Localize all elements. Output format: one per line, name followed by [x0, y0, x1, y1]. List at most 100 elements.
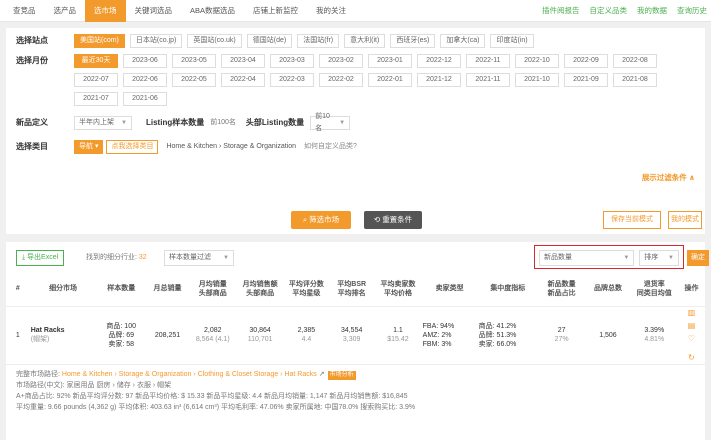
tab-market[interactable]: 选市场 [85, 0, 126, 22]
sort-field-select[interactable]: 新品数量 ▼ [539, 250, 635, 266]
site-chip-it[interactable]: 意大利(it) [344, 34, 386, 48]
month-chip[interactable]: 2023-04 [221, 54, 265, 68]
column-header[interactable]: 平均卖家数 平均价格 [374, 272, 422, 307]
market-cell[interactable]: Hat Racks (帽架) [29, 306, 97, 365]
listing-value[interactable]: 前100名 [210, 116, 236, 130]
month-chip[interactable]: 2022-10 [515, 54, 559, 68]
nav-button[interactable]: 导航 ▾ [74, 140, 104, 154]
month-chip[interactable]: 2022-12 [417, 54, 461, 68]
confirm-sort-button[interactable]: 确定 [687, 250, 709, 266]
month-chip[interactable]: 2023-02 [319, 54, 363, 68]
column-header[interactable]: 月均销售额 头部商品 [236, 272, 284, 307]
month-chip[interactable]: 2023-06 [123, 54, 167, 68]
brand-total: 1,506 [585, 306, 631, 365]
column-header[interactable]: 样本数量 [96, 272, 146, 307]
operations-cell: ▥ ▤ ♡ ↻ [677, 306, 705, 365]
tab-product[interactable]: 选产品 [45, 0, 86, 22]
market-path[interactable]: Home & Kitchen › Storage & Organization … [62, 371, 317, 378]
monthly-total: 208,251 [145, 306, 190, 365]
column-header[interactable]: 月均销量 头部商品 [189, 272, 237, 307]
reset-button[interactable]: ⟲ 重置条件 [364, 211, 422, 229]
month-chip[interactable]: 2022-04 [221, 73, 265, 87]
custom-category-help-link[interactable]: 如何自定义品类? [304, 140, 357, 154]
search-market-button[interactable]: ⌕ 筛选市场 [291, 211, 351, 229]
avg-reviews-cell: 2,385 4.4 [283, 306, 330, 365]
month-chip[interactable]: 2022-01 [368, 73, 412, 87]
month-chip[interactable]: 2022-08 [613, 54, 657, 68]
column-header[interactable]: 新品数量 新品占比 [537, 272, 586, 307]
avg-sales-cell: 2,082 8,564 (4.1) [189, 306, 237, 365]
column-header[interactable]: # [6, 272, 30, 307]
head-listing-select[interactable]: 前10名 ▼ [310, 113, 351, 132]
column-header[interactable]: 月总销量 [145, 272, 190, 307]
month-chip[interactable]: 2022-09 [564, 54, 608, 68]
site-chip-de[interactable]: 德国站(de) [246, 34, 293, 48]
month-chip[interactable]: 2023-03 [270, 54, 314, 68]
history-link[interactable]: 查询历史 [677, 5, 707, 16]
tab-keyword[interactable]: 关键词选品 [126, 0, 182, 22]
refresh-icon[interactable]: ↻ [688, 353, 695, 362]
month-chip[interactable]: 2021-08 [613, 73, 657, 87]
document-icon[interactable]: ▤ [688, 321, 696, 330]
column-header[interactable]: 平均BSR 平均排名 [329, 272, 375, 307]
month-chip[interactable]: 2021-11 [466, 73, 510, 87]
column-header[interactable]: 卖家类型 [421, 272, 478, 307]
site-chip-fr[interactable]: 法国站(fr) [297, 34, 340, 48]
newdef-select[interactable]: 半年内上架 ▼ [74, 116, 132, 130]
month-chip[interactable]: 2022-05 [172, 73, 216, 87]
custom-category-link[interactable]: 自定义品类 [590, 5, 628, 16]
plugin-report-link[interactable]: 插件阅报告 [542, 5, 580, 16]
site-chip-es[interactable]: 西班牙(es) [390, 34, 436, 48]
month-chip[interactable]: 最近30天 [74, 54, 118, 68]
month-chip[interactable]: 2021-09 [564, 73, 608, 87]
chart-icon[interactable]: ▥ [688, 308, 696, 317]
month-chip[interactable]: 2021-10 [515, 73, 559, 87]
heart-icon[interactable]: ♡ [688, 334, 695, 343]
return-avg: 4.81% [644, 336, 665, 343]
month-chip[interactable]: 2023-01 [368, 54, 412, 68]
tab-store-monitor[interactable]: 店铺上新监控 [244, 0, 307, 22]
market-analysis-tag[interactable]: 市场分析 [327, 370, 356, 380]
site-chip-us[interactable]: 美国站(com) [74, 34, 125, 48]
column-header[interactable]: 操作 [677, 272, 705, 307]
month-chip[interactable]: 2022-07 [74, 73, 118, 87]
month-chip[interactable]: 2022-02 [319, 73, 363, 87]
sample-filter-select[interactable]: 样本数量过滤 ▼ [164, 250, 234, 266]
month-chip[interactable]: 2023-05 [172, 54, 216, 68]
column-header[interactable]: 细分市场 [29, 272, 97, 307]
month-chip[interactable]: 2021-06 [123, 92, 167, 106]
month-chip[interactable]: 2022-11 [466, 54, 510, 68]
show-filters-toggle[interactable]: 展示过滤条件 ∧ [642, 172, 695, 183]
month-chip[interactable]: 2021-12 [417, 73, 461, 87]
sort-order-select[interactable]: 排序 ▼ [639, 250, 679, 266]
conc-brands: 品牌: 51.3% [478, 331, 517, 339]
sort-field-value: 新品数量 [544, 254, 572, 261]
external-link-icon[interactable]: ↗ [319, 371, 325, 378]
column-header[interactable]: 平均评分数 平均星级 [283, 272, 330, 307]
site-chip-in[interactable]: 印度站(in) [490, 34, 534, 48]
month-chip[interactable]: 2021-07 [74, 92, 118, 106]
reset-icon: ⟲ [373, 215, 383, 224]
column-header-label: 月总销量 [153, 285, 182, 293]
site-chip-uk[interactable]: 英国站(co.uk) [187, 34, 242, 48]
tab-aba[interactable]: ABA数据选品 [181, 0, 244, 22]
column-header[interactable]: 退货率 同类目均值 [630, 272, 678, 307]
month-chip[interactable]: 2022-06 [123, 73, 167, 87]
month-chip[interactable]: 2022-03 [270, 73, 314, 87]
my-data-link[interactable]: 我的数据 [637, 5, 667, 16]
site-chip-jp[interactable]: 日本站(co.jp) [129, 34, 183, 48]
market-name[interactable]: Hat Racks [31, 326, 96, 335]
column-header[interactable]: 品牌总数 [585, 272, 631, 307]
my-mode-button[interactable]: 我的模式 [668, 211, 702, 229]
tab-following[interactable]: 我的关注 [307, 0, 355, 22]
tab-competitor[interactable]: 查竞品 [4, 0, 45, 22]
column-header[interactable]: 集中度指标 [477, 272, 538, 307]
top-navigation: 查竞品 选产品 选市场 关键词选品 ABA数据选品 店铺上新监控 我的关注 插件… [0, 0, 711, 22]
conc-products: 商品: 41.2% [478, 322, 517, 330]
sort-controls: 新品数量 ▼ 排序 ▼ [534, 245, 684, 269]
export-excel-button[interactable]: ⤓ 导出Excel [16, 250, 65, 266]
save-mode-button[interactable]: 保存当前模式 [603, 211, 661, 229]
choose-category-button[interactable]: 点我选择类目 [106, 140, 159, 154]
site-chip-ca[interactable]: 加拿大(ca) [440, 34, 486, 48]
column-header-label: # [15, 285, 20, 293]
